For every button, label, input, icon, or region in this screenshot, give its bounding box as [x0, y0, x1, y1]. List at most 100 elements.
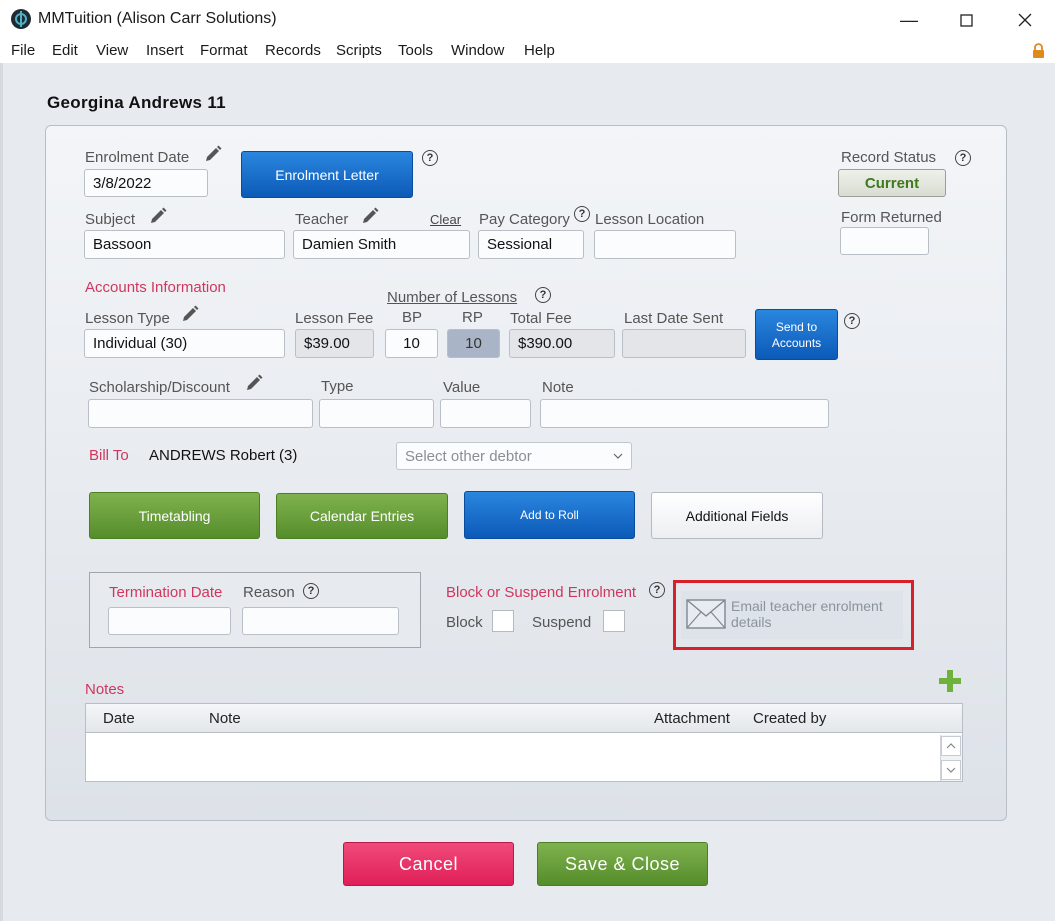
- bp-field[interactable]: 10: [385, 329, 438, 358]
- termination-reason-field[interactable]: [242, 607, 399, 635]
- add-note-plus-icon[interactable]: [938, 670, 962, 692]
- lesson-type-field[interactable]: Individual (30): [84, 329, 285, 358]
- notes-column-note[interactable]: Note: [209, 710, 241, 727]
- termination-date-field[interactable]: [108, 607, 231, 635]
- notes-column-date[interactable]: Date: [103, 710, 135, 727]
- block-label: Block: [446, 614, 483, 631]
- teacher-label: Teacher: [295, 211, 349, 228]
- record-status-field[interactable]: Current: [838, 169, 946, 197]
- block-suspend-title: Block or Suspend Enrolment: [446, 584, 637, 601]
- send-to-accounts-line2: Accounts: [771, 335, 822, 350]
- rp-field[interactable]: 10: [447, 329, 500, 358]
- termination-reason-label: Reason: [243, 584, 295, 601]
- block-checkbox[interactable]: [492, 610, 514, 632]
- lesson-fee-field: $39.00: [295, 329, 374, 358]
- pay-category-field[interactable]: Sessional: [478, 230, 584, 259]
- window-title: MMTuition (Alison Carr Solutions): [38, 10, 277, 27]
- pencil-icon[interactable]: [245, 374, 263, 392]
- additional-fields-button[interactable]: Additional Fields: [651, 492, 823, 539]
- pencil-icon[interactable]: [204, 145, 222, 163]
- add-to-roll-button[interactable]: Add to Roll: [464, 491, 635, 539]
- scroll-up-icon[interactable]: [941, 736, 961, 756]
- lock-icon: [1033, 43, 1044, 58]
- email-teacher-line1: Email teacher enrolment: [731, 598, 883, 614]
- maximize-icon[interactable]: [943, 6, 989, 34]
- total-fee-field: $390.00: [509, 329, 615, 358]
- select-other-debtor-dropdown[interactable]: Select other debtor: [396, 442, 632, 470]
- send-to-accounts-line1: Send to: [775, 319, 818, 334]
- scholarship-type-field[interactable]: [319, 399, 434, 428]
- menu-window[interactable]: Window: [451, 42, 504, 59]
- notes-label: Notes: [85, 681, 125, 698]
- bp-label: BP: [402, 309, 423, 326]
- number-of-lessons-label: Number of Lessons: [387, 289, 518, 306]
- subject-label: Subject: [85, 211, 136, 228]
- form-returned-label: Form Returned: [841, 209, 942, 226]
- pencil-icon[interactable]: [149, 207, 167, 225]
- form-returned-field[interactable]: [840, 227, 929, 255]
- help-icon[interactable]: ?: [844, 313, 860, 329]
- scholarship-field[interactable]: [88, 399, 313, 428]
- help-icon[interactable]: ?: [649, 582, 665, 598]
- menu-file[interactable]: File: [11, 42, 35, 59]
- notes-column-attachment[interactable]: Attachment: [654, 710, 730, 727]
- lesson-location-label: Lesson Location: [595, 211, 705, 228]
- clear-teacher-link[interactable]: Clear: [430, 212, 461, 227]
- minimize-icon[interactable]: —: [886, 6, 932, 34]
- send-to-accounts-button[interactable]: Send to Accounts: [755, 309, 838, 360]
- menu-help[interactable]: Help: [524, 42, 555, 59]
- student-name: Georgina Andrews 11: [47, 93, 226, 112]
- last-date-sent-field: [622, 329, 746, 358]
- bill-to-value: ANDREWS Robert (3): [149, 447, 298, 464]
- subject-field[interactable]: Bassoon: [84, 230, 285, 259]
- pay-category-label: Pay Category: [479, 211, 570, 228]
- menu-records[interactable]: Records: [265, 42, 321, 59]
- lesson-fee-label: Lesson Fee: [295, 310, 374, 327]
- pencil-icon[interactable]: [361, 207, 379, 225]
- teacher-field[interactable]: Damien Smith: [293, 230, 470, 259]
- scholarship-value-field[interactable]: [440, 399, 531, 428]
- scholarship-note-field[interactable]: [540, 399, 829, 428]
- scholarship-type-label: Type: [321, 378, 354, 395]
- menu-scripts[interactable]: Scripts: [336, 42, 382, 59]
- enrolment-date-label: Enrolment Date: [85, 149, 190, 166]
- app-logo-icon: [11, 9, 31, 29]
- help-icon[interactable]: ?: [574, 206, 590, 222]
- timetabling-button[interactable]: Timetabling: [89, 492, 260, 539]
- cancel-button[interactable]: Cancel: [343, 842, 514, 886]
- notes-column-created-by[interactable]: Created by: [753, 710, 826, 727]
- rp-label: RP: [462, 309, 483, 326]
- termination-date-label: Termination Date: [109, 584, 223, 601]
- scholarship-value-label: Value: [443, 379, 481, 396]
- scholarship-label: Scholarship/Discount: [89, 379, 230, 396]
- email-teacher-label: Email teacher enrolment details: [731, 598, 883, 630]
- lesson-location-field[interactable]: [594, 230, 736, 259]
- calendar-entries-button[interactable]: Calendar Entries: [276, 493, 448, 539]
- close-icon[interactable]: [1002, 6, 1048, 34]
- menu-view[interactable]: View: [96, 42, 128, 59]
- scroll-down-icon[interactable]: [941, 760, 961, 780]
- suspend-checkbox[interactable]: [603, 610, 625, 632]
- total-fee-label: Total Fee: [510, 310, 572, 327]
- help-icon[interactable]: ?: [955, 150, 971, 166]
- menu-edit[interactable]: Edit: [52, 42, 78, 59]
- help-icon[interactable]: ?: [422, 150, 438, 166]
- enrolment-date-field[interactable]: 3/8/2022: [84, 169, 208, 197]
- suspend-label: Suspend: [532, 614, 592, 631]
- help-icon[interactable]: ?: [535, 287, 551, 303]
- pencil-icon[interactable]: [181, 305, 199, 323]
- menu-format[interactable]: Format: [200, 42, 248, 59]
- enrolment-letter-button[interactable]: Enrolment Letter: [241, 151, 413, 198]
- accounts-section-label: Accounts Information: [85, 279, 226, 296]
- menu-tools[interactable]: Tools: [398, 42, 433, 59]
- bill-to-label: Bill To: [89, 447, 129, 464]
- last-date-sent-label: Last Date Sent: [624, 310, 724, 327]
- save-close-button[interactable]: Save & Close: [537, 842, 708, 886]
- select-other-debtor-placeholder: Select other debtor: [405, 447, 532, 465]
- record-status-label: Record Status: [841, 149, 937, 166]
- email-teacher-line2: details: [731, 614, 772, 630]
- help-icon[interactable]: ?: [303, 583, 319, 599]
- envelope-icon: [686, 599, 726, 629]
- menu-insert[interactable]: Insert: [146, 42, 184, 59]
- scholarship-note-label: Note: [542, 379, 574, 396]
